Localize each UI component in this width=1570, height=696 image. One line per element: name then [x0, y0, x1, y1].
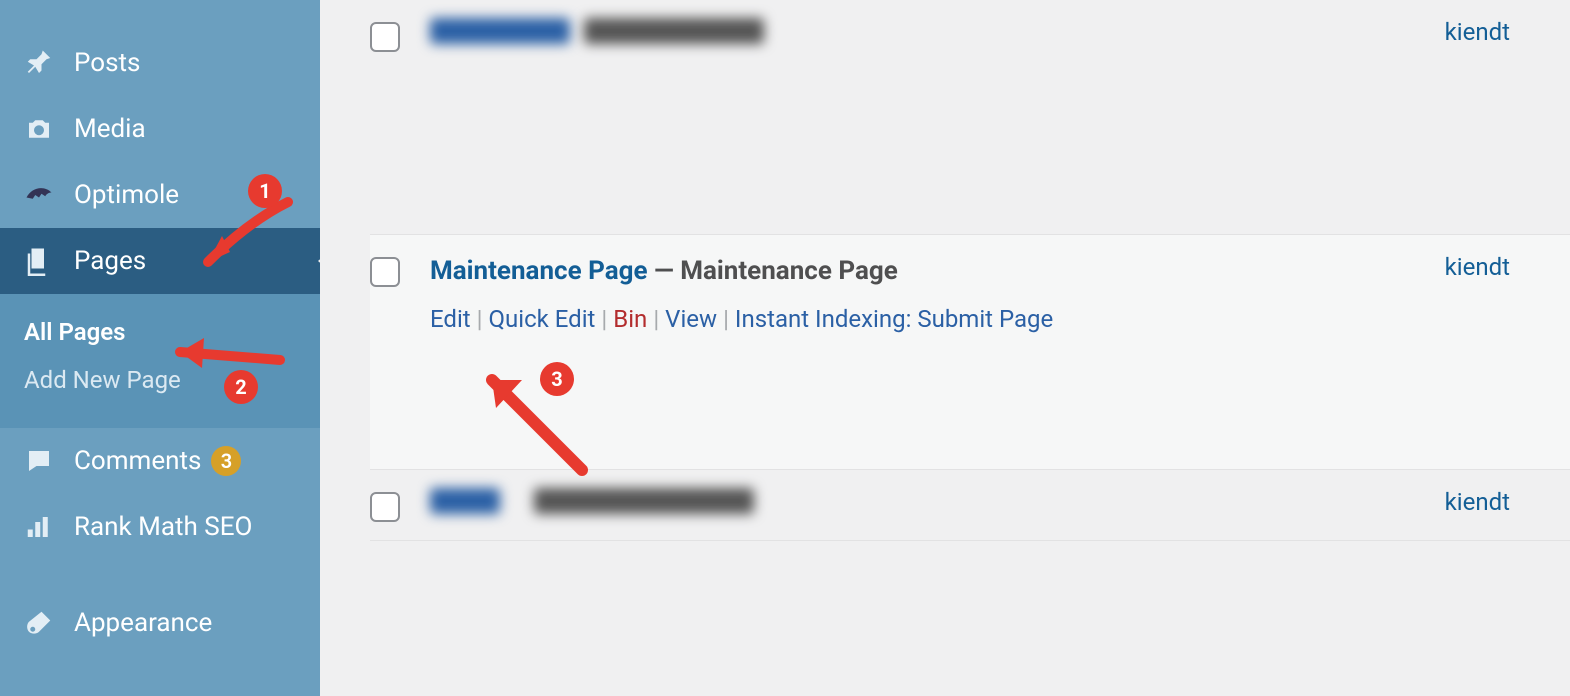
action-quick-edit[interactable]: Quick Edit [489, 305, 596, 333]
sidebar-item-label: Media [74, 114, 146, 144]
separator: | [723, 305, 729, 333]
separator: | [653, 305, 659, 333]
pin-icon [22, 46, 56, 80]
action-edit[interactable]: Edit [430, 305, 471, 333]
blurred-suffix [584, 18, 764, 44]
pages-list: kiendt Maintenance Page — Maintenance Pa… [320, 0, 1570, 696]
row-checkbox[interactable] [370, 257, 400, 287]
sidebar-item-label: Appearance [74, 608, 212, 638]
row-body: Maintenance Page — Maintenance Page Edit… [400, 253, 1445, 333]
blurred-suffix [534, 488, 754, 514]
row-checkbox[interactable] [370, 492, 400, 522]
annotation-arrow-2 [150, 330, 290, 390]
blurred-title [430, 488, 500, 514]
separator: | [601, 305, 607, 333]
action-instant-indexing[interactable]: Instant Indexing: Submit Page [735, 305, 1053, 333]
row-body [400, 488, 1445, 518]
table-row: kiendt [370, 470, 1570, 541]
sidebar-item-appearance[interactable]: Appearance [0, 590, 320, 656]
chart-icon [22, 510, 56, 544]
pages-icon [22, 244, 56, 278]
sidebar-item-label: Optimole [74, 180, 179, 210]
sidebar-item-label: Pages [74, 246, 146, 276]
row-title: Maintenance Page — Maintenance Page [430, 253, 1445, 289]
comment-icon [22, 444, 56, 478]
page-title-suffix: — Maintenance Page [648, 256, 898, 286]
annotation-badge-3: 3 [540, 362, 574, 396]
camera-icon [22, 112, 56, 146]
blurred-title [430, 18, 570, 44]
author-link[interactable]: kiendt [1445, 253, 1570, 281]
row-checkbox[interactable] [370, 22, 400, 52]
action-bin[interactable]: Bin [613, 305, 647, 333]
sidebar-item-label: Posts [74, 48, 140, 78]
annotation-badge-2: 2 [224, 370, 258, 404]
sidebar-item-media[interactable]: Media [0, 96, 320, 162]
brush-icon [22, 606, 56, 640]
shark-icon [22, 178, 56, 212]
sidebar-item-comments[interactable]: Comments 3 [0, 428, 320, 494]
admin-sidebar: Posts Media Optimole Pages All Pages Add… [0, 0, 320, 696]
sidebar-item-label: Comments [74, 446, 201, 476]
sidebar-item-rank-math[interactable]: Rank Math SEO [0, 494, 320, 560]
comments-count-badge: 3 [211, 446, 241, 476]
sidebar-item-label: Rank Math SEO [74, 512, 252, 542]
sidebar-item-posts[interactable]: Posts [0, 30, 320, 96]
author-link[interactable]: kiendt [1445, 488, 1570, 516]
annotation-arrow-3 [462, 350, 602, 480]
annotation-badge-1: 1 [248, 174, 282, 208]
separator: | [477, 305, 483, 333]
author-link[interactable]: kiendt [1445, 18, 1570, 46]
action-view[interactable]: View [665, 305, 717, 333]
page-title-link[interactable]: Maintenance Page [430, 256, 648, 286]
row-actions: Edit|Quick Edit|Bin|View|Instant Indexin… [430, 305, 1445, 333]
table-row: kiendt [370, 0, 1570, 235]
row-body [400, 18, 1445, 48]
annotation-arrow-1 [178, 192, 298, 282]
